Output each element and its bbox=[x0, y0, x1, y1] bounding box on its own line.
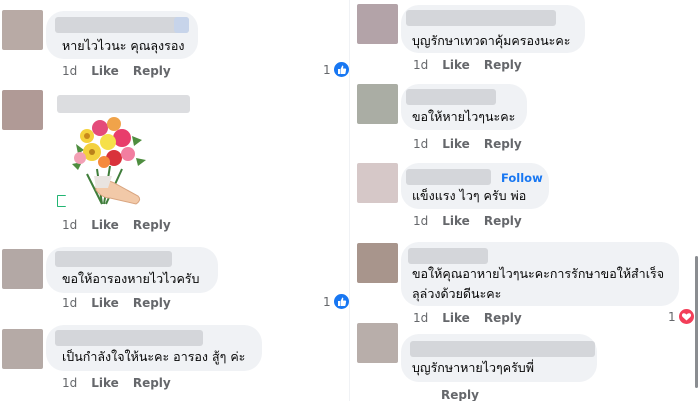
avatar[interactable] bbox=[357, 4, 398, 44]
comment-actions: 1d Like Reply bbox=[413, 137, 536, 151]
comment-time[interactable]: 1d bbox=[62, 218, 77, 232]
like-icon bbox=[333, 62, 349, 77]
reaction-number: 1 bbox=[323, 294, 331, 309]
like-button[interactable]: Like bbox=[442, 214, 470, 228]
comment-bubble: Follow แข็งแรง ไวๆ ครับ พ่อ bbox=[401, 163, 549, 209]
avatar[interactable] bbox=[2, 249, 43, 289]
author-name-blurred[interactable] bbox=[55, 17, 189, 33]
comment-actions: 1d Like Reply bbox=[413, 58, 536, 72]
author-name-blurred[interactable] bbox=[406, 10, 556, 26]
author-badge-blurred bbox=[174, 17, 189, 33]
like-button[interactable]: Like bbox=[442, 311, 470, 325]
comment-text: บุญรักษาหายไวๆครับพี่ bbox=[412, 360, 534, 375]
like-button[interactable]: Like bbox=[442, 137, 470, 151]
comment-actions: Reply bbox=[413, 388, 493, 401]
avatar[interactable] bbox=[357, 323, 398, 363]
comment-bubble: บุญรักษาหายไวๆครับพี่ bbox=[401, 334, 597, 382]
comment-bubble: ขอให้คุณอาหายไวๆนะคะการรักษาขอให้สำเร็จ … bbox=[401, 242, 679, 306]
edited-icon bbox=[57, 195, 66, 207]
avatar[interactable] bbox=[357, 163, 398, 203]
comment-time[interactable]: 1d bbox=[62, 296, 77, 310]
reply-button[interactable]: Reply bbox=[133, 376, 171, 390]
comment-text: หายไวไวนะ คุณลุงรอง bbox=[62, 38, 185, 53]
comment-text: เป็นกำลังใจให้นะคะ อารอง สู้ๆ ค่ะ bbox=[62, 349, 246, 364]
reaction-count[interactable]: 1 bbox=[323, 294, 349, 309]
author-name-blurred[interactable] bbox=[55, 251, 172, 267]
comment-text: แข็งแรง ไวๆ ครับ พ่อ bbox=[412, 188, 527, 203]
love-icon bbox=[678, 309, 694, 324]
like-button[interactable]: Like bbox=[91, 376, 119, 390]
avatar[interactable] bbox=[2, 90, 43, 130]
comment-bubble: ขอให้หายไวๆนะคะ bbox=[401, 84, 527, 130]
comment-time[interactable]: 1d bbox=[413, 58, 428, 72]
like-button[interactable]: Like bbox=[442, 58, 470, 72]
comment-actions: 1d Like Reply bbox=[62, 296, 185, 310]
comment-actions: 1d Like Reply bbox=[62, 218, 185, 232]
reaction-number: 1 bbox=[323, 62, 331, 77]
comment-text: บุญรักษาเทวดาคุ้มครองนะคะ bbox=[412, 33, 571, 48]
reply-button[interactable]: Reply bbox=[484, 58, 522, 72]
left-comments-panel: หายไวไวนะ คุณลุงรอง 1d Like Reply 1 1d Li bbox=[0, 0, 350, 401]
like-button[interactable]: Like bbox=[91, 296, 119, 310]
flower-bouquet-sticker bbox=[62, 114, 152, 214]
comment-text: ขอให้หายไวๆนะคะ bbox=[412, 109, 516, 124]
avatar[interactable] bbox=[357, 84, 398, 124]
comment-bubble: หายไวไวนะ คุณลุงรอง bbox=[46, 11, 198, 59]
comment-actions: 1d Like Reply bbox=[413, 311, 536, 325]
author-name-blurred[interactable] bbox=[406, 169, 491, 185]
like-icon bbox=[333, 294, 349, 309]
reply-button[interactable]: Reply bbox=[484, 137, 522, 151]
reply-button[interactable]: Reply bbox=[133, 64, 171, 78]
avatar[interactable] bbox=[357, 243, 398, 283]
scrollbar[interactable] bbox=[695, 256, 698, 388]
comment-time[interactable]: 1d bbox=[413, 137, 428, 151]
reply-button[interactable]: Reply bbox=[133, 296, 171, 310]
author-name-blurred[interactable] bbox=[410, 341, 595, 357]
comment-actions: 1d Like Reply bbox=[62, 376, 185, 390]
like-button[interactable]: Like bbox=[91, 64, 119, 78]
comment-actions: 1d Like Reply bbox=[62, 64, 185, 78]
reply-button[interactable]: Reply bbox=[484, 311, 522, 325]
comment-time[interactable]: 1d bbox=[62, 376, 77, 390]
reply-button[interactable]: Reply bbox=[441, 388, 479, 401]
reaction-number: 1 bbox=[668, 309, 676, 324]
author-name-blurred[interactable] bbox=[57, 95, 190, 113]
right-comments-panel: บุญรักษาเทวดาคุ้มครองนะคะ 1d Like Reply ขอ… bbox=[350, 0, 700, 401]
author-name-blurred[interactable] bbox=[406, 89, 496, 105]
author-name-blurred[interactable] bbox=[55, 330, 203, 346]
reply-button[interactable]: Reply bbox=[133, 218, 171, 232]
like-button[interactable]: Like bbox=[91, 218, 119, 232]
comment-actions: 1d Like Reply bbox=[413, 214, 536, 228]
reply-button[interactable]: Reply bbox=[484, 214, 522, 228]
comment-bubble: เป็นกำลังใจให้นะคะ อารอง สู้ๆ ค่ะ bbox=[46, 325, 262, 371]
comment-time[interactable]: 1d bbox=[413, 214, 428, 228]
comment-time[interactable]: 1d bbox=[413, 311, 428, 325]
comment-bubble: ขอให้อารองหายไวไวครับ bbox=[46, 247, 218, 293]
comment-text-line-1: ขอให้คุณอาหายไวๆนะคะการรักษาขอให้สำเร็จ bbox=[412, 266, 665, 281]
follow-button[interactable]: Follow bbox=[501, 171, 543, 185]
avatar[interactable] bbox=[2, 10, 43, 50]
reaction-count[interactable]: 1 bbox=[323, 62, 349, 77]
comment-text: ขอให้อารองหายไวไวครับ bbox=[62, 271, 200, 286]
comment-text-line-2: ลุล่วงด้วยดีนะคะ bbox=[412, 286, 502, 301]
reaction-count[interactable]: 1 bbox=[668, 309, 694, 324]
author-name-blurred[interactable] bbox=[408, 248, 488, 264]
comment-time[interactable]: 1d bbox=[62, 64, 77, 78]
avatar[interactable] bbox=[2, 329, 43, 369]
comment-bubble: บุญรักษาเทวดาคุ้มครองนะคะ bbox=[401, 5, 585, 53]
